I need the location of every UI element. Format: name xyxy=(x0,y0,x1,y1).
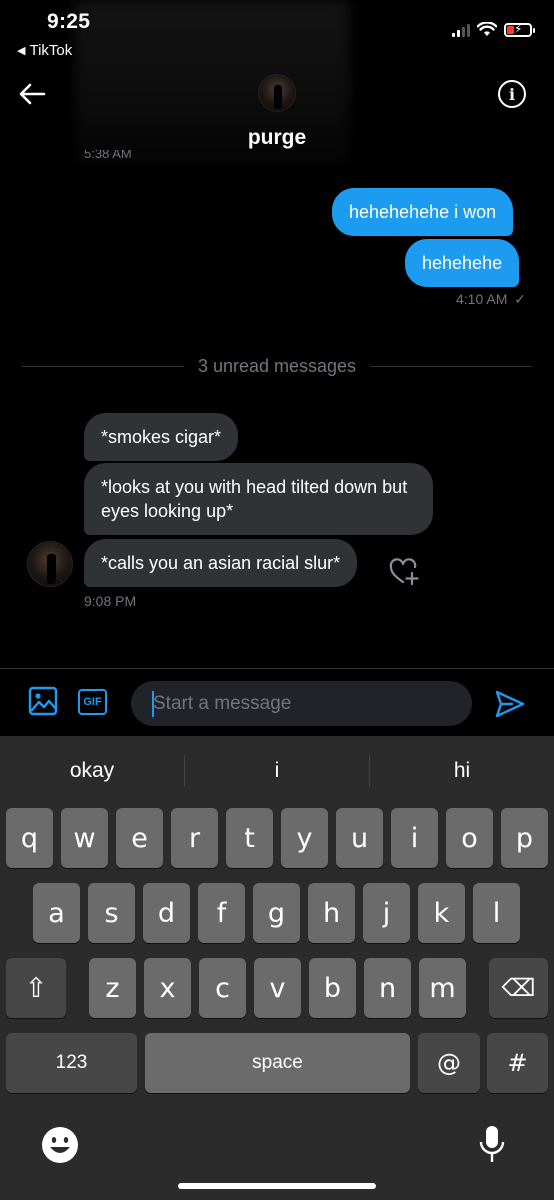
key-g[interactable]: g xyxy=(253,883,300,943)
key-i[interactable]: i xyxy=(391,808,438,868)
key-k[interactable]: k xyxy=(418,883,465,943)
wifi-icon xyxy=(477,22,497,36)
status-indicators: ⚡ xyxy=(452,22,535,37)
numbers-key[interactable]: 123 xyxy=(6,1033,137,1093)
timestamp-text: 4:10 AM xyxy=(456,291,508,307)
key-j[interactable]: j xyxy=(363,883,410,943)
key-y[interactable]: y xyxy=(281,808,328,868)
home-indicator[interactable] xyxy=(178,1183,376,1189)
outgoing-message[interactable]: hehehehe xyxy=(405,239,520,287)
hash-key[interactable]: # xyxy=(487,1033,548,1093)
back-arrow-icon[interactable] xyxy=(18,82,46,106)
key-m[interactable]: m xyxy=(419,958,466,1018)
key-o[interactable]: o xyxy=(446,808,493,868)
text-caret xyxy=(152,691,154,717)
sender-avatar[interactable] xyxy=(27,541,73,587)
key-l[interactable]: l xyxy=(473,883,520,943)
key-b[interactable]: b xyxy=(309,958,356,1018)
key-a[interactable]: a xyxy=(33,883,80,943)
key-h[interactable]: h xyxy=(308,883,355,943)
key-n[interactable]: n xyxy=(364,958,411,1018)
suggestion[interactable]: hi xyxy=(370,759,554,783)
incoming-message[interactable]: *looks at you with head tilted down but … xyxy=(84,463,433,535)
status-time: 9:25 xyxy=(47,10,91,33)
heart-add-icon[interactable] xyxy=(388,556,420,586)
shift-key[interactable]: ⇧ xyxy=(6,958,66,1018)
partial-timestamp: 5:38 AM xyxy=(84,150,132,160)
conversation-title[interactable]: purge xyxy=(0,126,554,150)
key-d[interactable]: d xyxy=(143,883,190,943)
key-p[interactable]: p xyxy=(501,808,548,868)
key-q[interactable]: q xyxy=(6,808,53,868)
key-r[interactable]: r xyxy=(171,808,218,868)
emoji-icon[interactable] xyxy=(41,1126,79,1164)
key-z[interactable]: z xyxy=(89,958,136,1018)
gif-icon[interactable]: GIF xyxy=(78,689,107,715)
back-to-app-link[interactable]: ◀ TikTok xyxy=(17,42,72,59)
mic-icon[interactable] xyxy=(479,1124,505,1166)
key-t[interactable]: t xyxy=(226,808,273,868)
info-icon[interactable]: i xyxy=(498,80,526,108)
suggestion-bar: okay i hi xyxy=(0,736,554,806)
incoming-message[interactable]: *smokes cigar* xyxy=(84,413,239,461)
back-triangle-icon: ◀ xyxy=(17,45,26,57)
incoming-message[interactable]: *calls you an asian racial slur* xyxy=(84,539,358,587)
battery-icon: ⚡ xyxy=(504,22,535,37)
key-w[interactable]: w xyxy=(61,808,108,868)
space-key[interactable]: space xyxy=(145,1033,410,1093)
media-icon[interactable] xyxy=(28,686,58,716)
suggestion[interactable]: okay xyxy=(0,759,184,783)
message-input[interactable] xyxy=(131,681,472,726)
back-app-label: TikTok xyxy=(29,42,73,59)
unread-divider: 3 unread messages xyxy=(22,356,533,377)
cellular-signal-icon xyxy=(452,23,470,37)
outgoing-timestamp: 4:10 AM ✓ xyxy=(456,291,526,308)
key-x[interactable]: x xyxy=(144,958,191,1018)
send-icon[interactable] xyxy=(494,688,526,720)
key-e[interactable]: e xyxy=(116,808,163,868)
incoming-timestamp: 9:08 PM xyxy=(84,593,137,609)
header-avatar[interactable] xyxy=(258,74,296,112)
read-check-icon: ✓ xyxy=(514,291,526,307)
key-f[interactable]: f xyxy=(198,883,245,943)
key-s[interactable]: s xyxy=(88,883,135,943)
key-v[interactable]: v xyxy=(254,958,301,1018)
delete-key[interactable]: ⌫ xyxy=(489,958,548,1018)
outgoing-message[interactable]: hehehehehe i won xyxy=(332,188,514,236)
at-key[interactable]: @ xyxy=(418,1033,480,1093)
key-u[interactable]: u xyxy=(336,808,383,868)
suggestion[interactable]: i xyxy=(185,759,369,783)
key-c[interactable]: c xyxy=(199,958,246,1018)
unread-divider-label: 3 unread messages xyxy=(197,356,357,376)
